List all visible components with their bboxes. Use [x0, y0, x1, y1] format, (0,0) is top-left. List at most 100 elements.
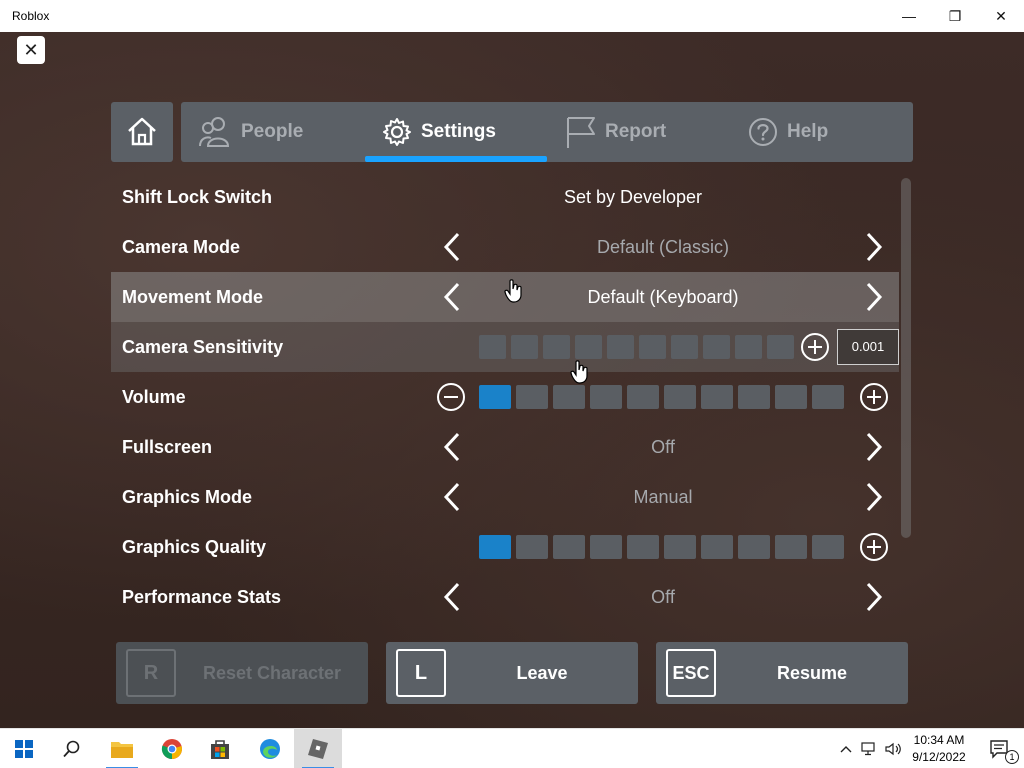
graphics-quality-slider[interactable]	[479, 535, 844, 559]
chevron-left-icon[interactable]	[437, 582, 467, 612]
slider-segment[interactable]	[664, 385, 696, 409]
resume-button[interactable]: ESC Resume	[656, 642, 908, 704]
setting-volume: Volume	[111, 372, 899, 422]
taskbar-roblox[interactable]	[294, 729, 342, 768]
key-hint: ESC	[666, 649, 716, 697]
settings-scrollbar[interactable]	[901, 178, 911, 538]
chevron-left-icon[interactable]	[437, 432, 467, 462]
plus-icon[interactable]	[801, 333, 829, 361]
slider-segment[interactable]	[703, 335, 730, 359]
tab-help-label: Help	[787, 121, 829, 142]
chevron-right-icon[interactable]	[859, 282, 889, 312]
edge-icon	[260, 739, 280, 759]
slider-segment[interactable]	[511, 335, 538, 359]
tab-report[interactable]: Report	[565, 102, 666, 162]
show-hidden-icons-button[interactable]	[836, 729, 856, 768]
taskbar-chrome[interactable]	[148, 729, 196, 768]
chevron-up-icon	[840, 746, 852, 753]
help-icon	[749, 118, 777, 146]
slider-segment[interactable]	[575, 335, 602, 359]
slider-segment[interactable]	[590, 385, 622, 409]
volume-slider[interactable]	[479, 385, 844, 409]
plus-icon[interactable]	[860, 383, 888, 411]
slider-segment[interactable]	[553, 385, 585, 409]
setting-label: Graphics Mode	[122, 487, 253, 507]
slider-segment[interactable]	[479, 535, 511, 559]
setting-value: Off	[651, 437, 675, 457]
chevron-right-icon[interactable]	[859, 432, 889, 462]
setting-value: Off	[651, 587, 675, 607]
slider-segment[interactable]	[735, 335, 762, 359]
home-tab[interactable]	[111, 102, 173, 162]
volume-button[interactable]	[882, 729, 906, 768]
slider-segment[interactable]	[738, 385, 770, 409]
slider-segment[interactable]	[775, 385, 807, 409]
setting-fullscreen: Fullscreen Off	[111, 422, 899, 472]
slider-segment[interactable]	[767, 335, 794, 359]
taskbar-clock[interactable]: 10:34 AM 9/12/2022	[908, 732, 970, 766]
close-window-button[interactable]: ✕	[978, 0, 1024, 32]
plus-icon[interactable]	[860, 533, 888, 561]
windows-start-icon	[15, 740, 33, 758]
start-button[interactable]	[0, 729, 48, 768]
slider-segment[interactable]	[607, 335, 634, 359]
taskbar-edge[interactable]	[246, 729, 294, 768]
minimize-button[interactable]: —	[886, 0, 932, 32]
taskbar-file-explorer[interactable]	[98, 729, 146, 768]
setting-performance-stats: Performance Stats Off	[111, 572, 899, 622]
tab-settings[interactable]: Settings	[381, 102, 496, 162]
slider-segment[interactable]	[812, 535, 844, 559]
close-menu-button[interactable]: ✕	[17, 36, 45, 64]
slider-segment[interactable]	[701, 535, 733, 559]
chevron-right-icon[interactable]	[859, 482, 889, 512]
slider-segment[interactable]	[639, 335, 666, 359]
tab-help[interactable]: Help	[747, 102, 828, 162]
taskbar-search[interactable]	[48, 729, 96, 768]
slider-segment[interactable]	[590, 535, 622, 559]
slider-segment[interactable]	[671, 335, 698, 359]
notifications-button[interactable]: 1	[976, 729, 1024, 768]
slider-segment[interactable]	[812, 385, 844, 409]
leave-button[interactable]: L Leave	[386, 642, 638, 704]
menu-tabbar: People Settings Report Help	[181, 102, 913, 162]
restore-button[interactable]: ❐	[932, 0, 978, 32]
setting-label: Camera Mode	[122, 237, 241, 257]
network-button[interactable]	[858, 729, 882, 768]
camera-sensitivity-slider[interactable]	[479, 335, 794, 359]
tab-people[interactable]: People	[197, 102, 303, 162]
slider-segment[interactable]	[627, 385, 659, 409]
chevron-right-icon[interactable]	[859, 582, 889, 612]
notification-count-badge: 1	[1005, 750, 1019, 764]
setting-value: Default (Keyboard)	[587, 287, 739, 307]
people-icon	[199, 117, 230, 147]
window-titlebar: Roblox — ❐ ✕	[0, 0, 1024, 32]
slider-segment[interactable]	[516, 385, 548, 409]
taskbar-store[interactable]	[196, 729, 244, 768]
chevron-right-icon[interactable]	[859, 232, 889, 262]
setting-label: Shift Lock Switch	[122, 187, 273, 207]
slider-segment[interactable]	[479, 335, 506, 359]
setting-value: Set by Developer	[563, 187, 703, 207]
window-title: Roblox	[12, 9, 50, 23]
slider-segment[interactable]	[701, 385, 733, 409]
chevron-left-icon[interactable]	[437, 482, 467, 512]
slider-segment[interactable]	[775, 535, 807, 559]
home-icon	[128, 117, 156, 146]
slider-segment[interactable]	[627, 535, 659, 559]
tab-report-label: Report	[605, 121, 667, 142]
slider-segment[interactable]	[738, 535, 770, 559]
slider-segment[interactable]	[516, 535, 548, 559]
slider-segment[interactable]	[553, 535, 585, 559]
file-explorer-icon	[111, 742, 133, 758]
setting-label: Volume	[122, 387, 186, 407]
minus-icon[interactable]	[437, 383, 465, 411]
slider-segment[interactable]	[543, 335, 570, 359]
chevron-left-icon[interactable]	[437, 232, 467, 262]
setting-value: Manual	[633, 487, 693, 507]
camera-sensitivity-input[interactable]: 0.001	[837, 329, 899, 365]
slider-segment[interactable]	[664, 535, 696, 559]
hand-cursor-icon	[504, 279, 522, 303]
slider-segment[interactable]	[479, 385, 511, 409]
setting-graphics-quality: Graphics Quality	[111, 522, 899, 572]
chevron-left-icon[interactable]	[437, 282, 467, 312]
